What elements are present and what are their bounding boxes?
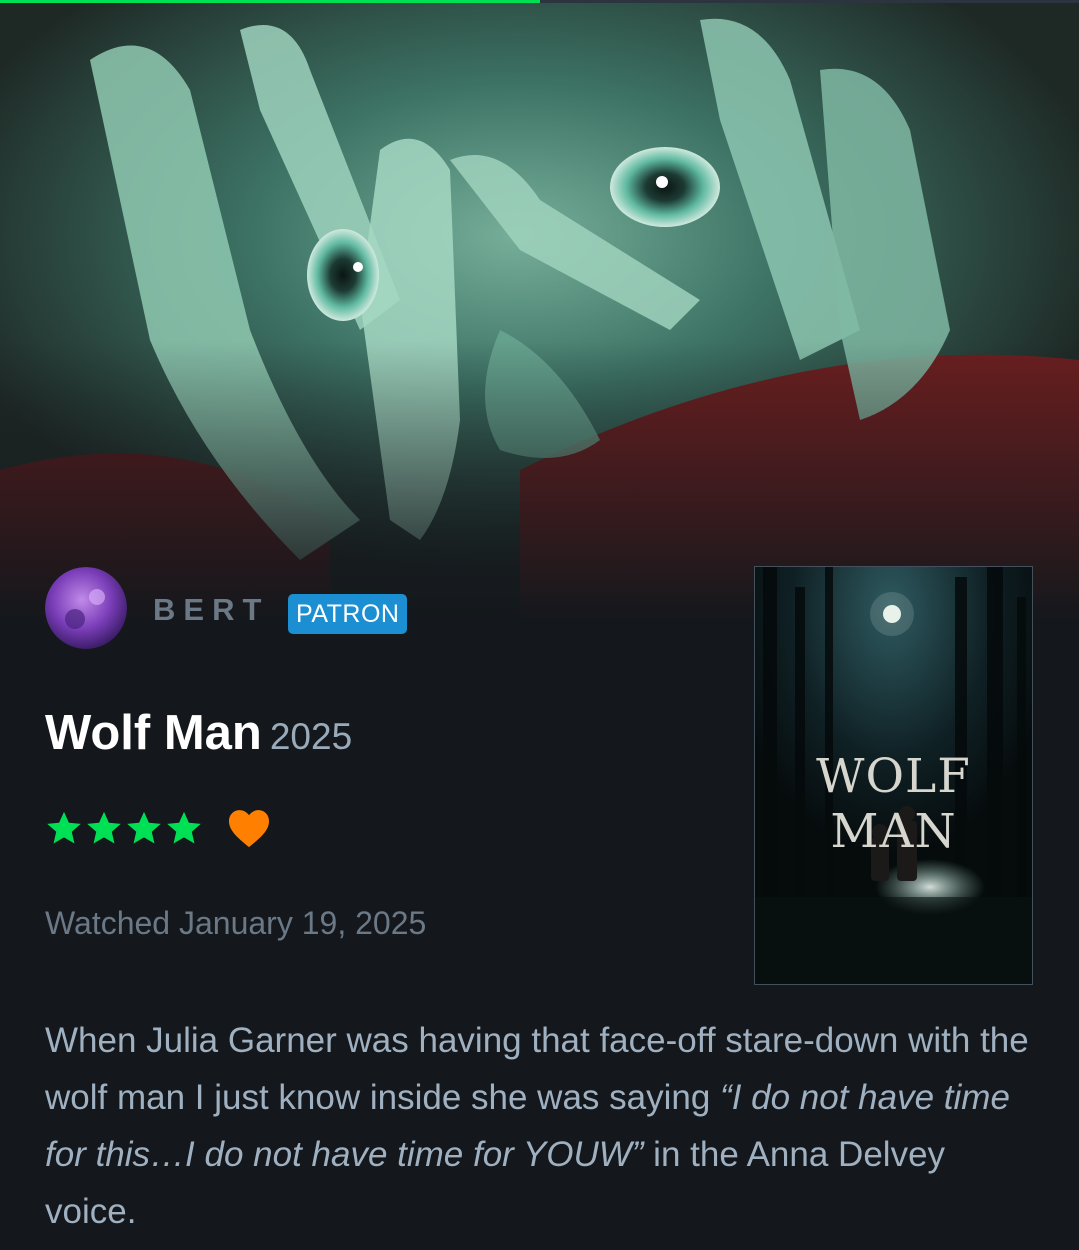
film-title[interactable]: Wolf Man — [45, 706, 262, 760]
user-avatar[interactable] — [45, 567, 127, 649]
film-heading: Wolf Man 2025 — [45, 705, 352, 761]
film-poster[interactable]: WOLF MAN — [754, 566, 1033, 985]
heart-icon — [229, 810, 269, 848]
story-progress-fill — [0, 0, 540, 3]
rating — [45, 806, 271, 850]
review-text: When Julia Garner was having that face-o… — [45, 1012, 1035, 1240]
story-progress-track — [0, 0, 1079, 3]
watched-date: Watched January 19, 2025 — [45, 905, 427, 941]
backdrop-image — [0, 0, 1079, 620]
star-icon — [47, 811, 81, 844]
star-icon — [87, 811, 121, 844]
film-year[interactable]: 2025 — [270, 716, 352, 757]
poster-title: WOLF MAN — [816, 749, 971, 859]
star-icon — [127, 811, 161, 844]
username[interactable]: BERT — [153, 592, 269, 628]
patron-badge: PATRON — [288, 594, 408, 634]
star-icon — [167, 811, 201, 844]
